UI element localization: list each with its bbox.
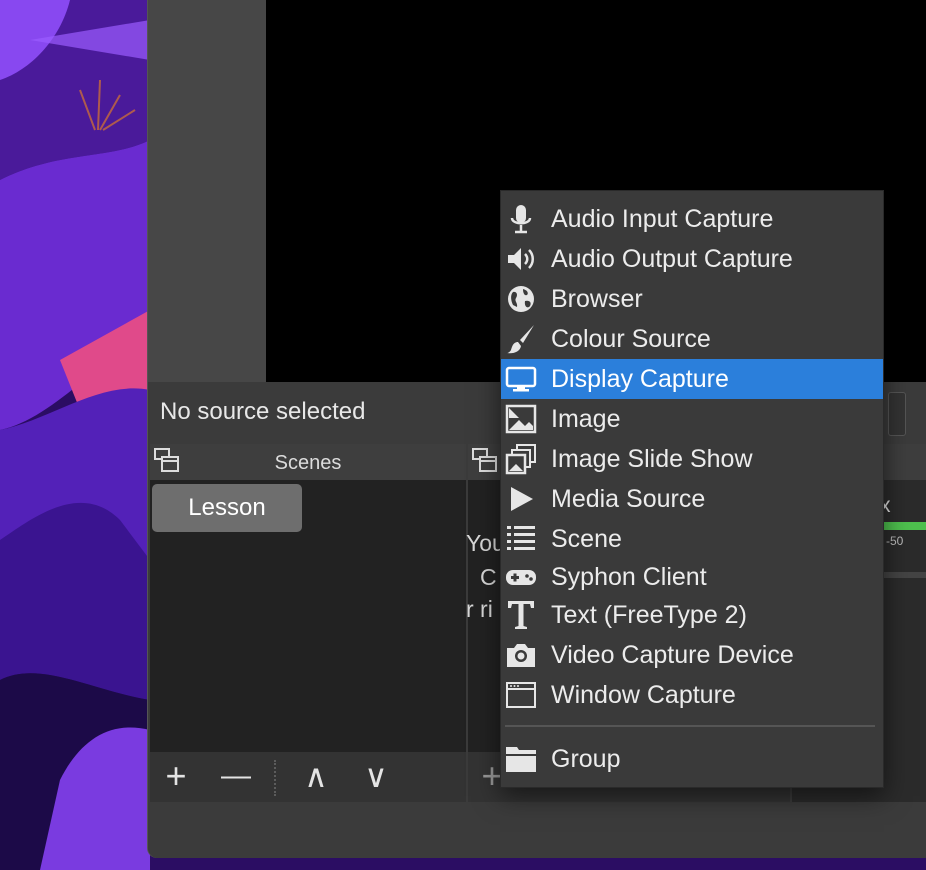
camera-icon: [507, 644, 535, 667]
window-icon: [506, 682, 536, 708]
sources-empty-hint: C: [480, 564, 497, 590]
scene-list[interactable]: Lesson: [150, 480, 466, 752]
remove-scene-button[interactable]: —: [216, 760, 256, 796]
scenes-dock-header: Scenes: [150, 444, 466, 480]
paintbrush-icon: [507, 325, 534, 354]
properties-button[interactable]: [888, 392, 906, 436]
menu-item-label: Syphon Client: [551, 563, 707, 591]
menu-item-scene[interactable]: Scene: [501, 519, 883, 559]
menu-item-display-capture[interactable]: Display Capture: [501, 359, 883, 399]
list-icon: [507, 526, 535, 550]
add-scene-button[interactable]: +: [156, 758, 196, 796]
menu-item-window-capture[interactable]: Window Capture: [501, 675, 883, 715]
add-source-menu: Audio Input Capture Audio Output Capture…: [500, 190, 884, 788]
move-scene-up-button[interactable]: ∧: [296, 760, 336, 796]
menu-item-group[interactable]: Group: [501, 739, 883, 779]
move-scene-down-button[interactable]: ∨: [356, 760, 396, 796]
image-icon: [505, 404, 537, 434]
menu-item-image-slide-show[interactable]: Image Slide Show: [501, 439, 883, 479]
menu-item-audio-input-capture[interactable]: Audio Input Capture: [501, 199, 883, 239]
menu-item-label: Audio Input Capture: [551, 205, 774, 233]
menu-item-label: Audio Output Capture: [551, 245, 793, 273]
menu-item-label: Scene: [551, 525, 622, 553]
menu-item-label: Image: [551, 405, 621, 433]
menu-item-syphon-client[interactable]: Syphon Client: [501, 557, 883, 597]
scenes-dock: Scenes Lesson + — ∧ ∨: [150, 444, 466, 802]
monitor-icon: [505, 366, 537, 392]
menu-item-colour-source[interactable]: Colour Source: [501, 319, 883, 359]
menu-item-label: Browser: [551, 285, 643, 313]
menu-item-video-capture-device[interactable]: Video Capture Device: [501, 635, 883, 675]
volume-meter: [882, 522, 926, 530]
microphone-icon: [510, 205, 532, 234]
menu-item-text-freetype-2[interactable]: Text (FreeType 2): [501, 595, 883, 635]
preview-margin: [148, 0, 266, 382]
menu-item-image[interactable]: Image: [501, 399, 883, 439]
menu-item-media-source[interactable]: Media Source: [501, 479, 883, 519]
globe-icon: [508, 286, 534, 312]
menu-separator: [505, 725, 875, 727]
text-icon: [508, 601, 534, 629]
scene-item-lesson[interactable]: Lesson: [152, 484, 302, 532]
menu-item-label: Window Capture: [551, 681, 736, 709]
play-icon: [511, 487, 533, 511]
no-source-label: No source selected: [160, 398, 366, 425]
volume-meter-fill: [882, 522, 926, 530]
sources-empty-hint: You: [466, 530, 505, 556]
gamepad-icon: [506, 570, 536, 585]
scenes-toolbar: + — ∧ ∨: [150, 752, 466, 802]
image-stack-icon: [505, 444, 536, 475]
menu-item-label: Image Slide Show: [551, 445, 753, 473]
speaker-icon: [508, 248, 534, 270]
window-bottom-bar: [148, 802, 926, 858]
menu-item-label: Group: [551, 745, 621, 773]
menu-item-audio-output-capture[interactable]: Audio Output Capture: [501, 239, 883, 279]
menu-item-label: Text (FreeType 2): [551, 601, 747, 629]
menu-item-label: Display Capture: [551, 365, 729, 393]
menu-item-label: Media Source: [551, 485, 706, 513]
folder-icon: [506, 747, 536, 772]
sources-empty-hint: r ri: [466, 596, 493, 622]
menu-item-label: Video Capture Device: [551, 641, 794, 669]
menu-item-label: Colour Source: [551, 325, 711, 353]
menu-item-browser[interactable]: Browser: [501, 279, 883, 319]
undock-icon[interactable]: [472, 448, 498, 474]
meter-tick-label: -50: [886, 534, 904, 548]
scenes-title: Scenes: [274, 452, 342, 474]
toolbar-separator: [274, 760, 276, 796]
